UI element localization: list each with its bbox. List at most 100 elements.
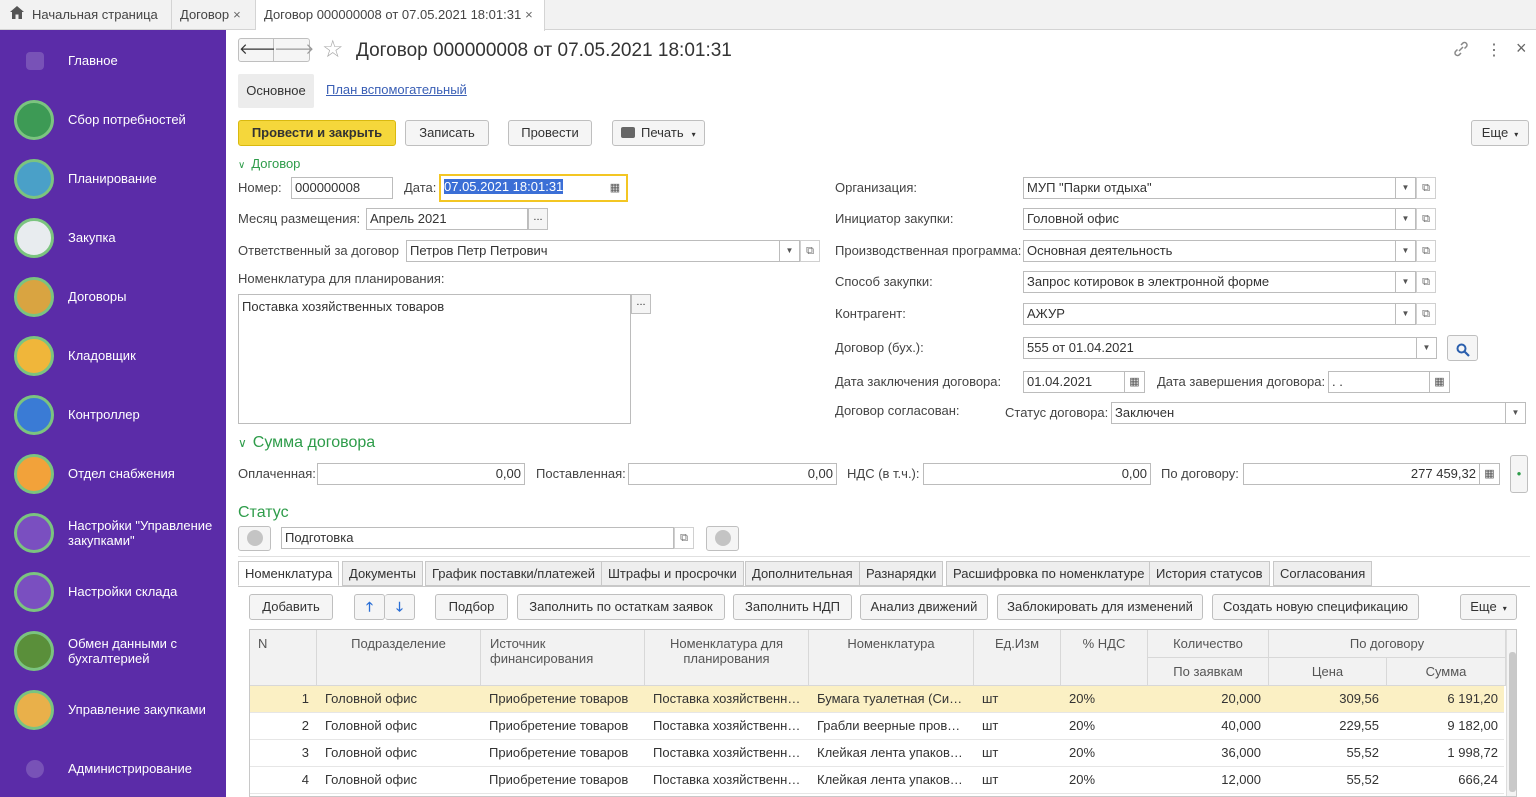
org-field[interactable]: МУП "Парки отдыха" — [1023, 177, 1396, 199]
paid-field[interactable]: 0,00 — [317, 463, 525, 485]
fill-remains-button[interactable]: Заполнить по остаткам заявок — [517, 594, 725, 620]
calendar-icon[interactable]: ▦ — [605, 177, 625, 199]
chevron-down-icon[interactable]: ▼ — [780, 240, 800, 262]
table-row[interactable]: 3 Головной офис Приобретение товаров Пос… — [250, 740, 1504, 767]
col-unit[interactable]: Ед.Изм — [974, 630, 1061, 686]
post-button[interactable]: Провести — [508, 120, 592, 146]
sidebar-item-admin[interactable]: Администрирование — [0, 740, 226, 797]
section-contract[interactable]: ∨ Договор — [238, 155, 300, 175]
star-icon[interactable]: ☆ — [322, 36, 344, 64]
nomenclature-select-button[interactable]: ... — [631, 294, 651, 314]
sidebar-item-purchase[interactable]: Закупка — [0, 209, 226, 267]
new-spec-button[interactable]: Создать новую спецификацию — [1212, 594, 1419, 620]
chevron-down-icon[interactable]: ▼ — [1396, 271, 1416, 293]
sidebar-item-supply[interactable]: Отдел снабжения — [0, 445, 226, 503]
calculator-icon[interactable]: ▦ — [1480, 463, 1500, 485]
calendar-icon[interactable]: ▦ — [1125, 371, 1145, 393]
more-vert-icon[interactable]: ⋮ — [1486, 40, 1502, 60]
calendar-icon[interactable]: ▦ — [1430, 371, 1450, 393]
total-field[interactable]: 277 459,32 — [1243, 463, 1480, 485]
tab-home[interactable]: Начальная страница — [0, 0, 172, 30]
move-down-button[interactable]: 🡓 — [385, 594, 415, 620]
status-prev-button[interactable] — [238, 526, 271, 551]
table-row[interactable]: 4 Головной офис Приобретение товаров Пос… — [250, 767, 1504, 794]
print-button[interactable]: Печать ▾ — [612, 120, 705, 146]
acc-contract-field[interactable]: 555 от 01.04.2021 — [1023, 337, 1417, 359]
month-field[interactable]: Апрель 2021 — [366, 208, 528, 230]
tab-penalties[interactable]: Штрафы и просрочки — [601, 561, 744, 586]
col-source[interactable]: Источник финансирования — [481, 630, 645, 686]
expand-button[interactable]: ● — [1510, 455, 1528, 493]
col-nom[interactable]: Номенклатура — [809, 630, 974, 686]
fill-vat-button[interactable]: Заполнить НДП — [733, 594, 852, 620]
col-nomplan[interactable]: Номенклатура для планирования — [645, 630, 809, 686]
tab-main[interactable]: Основное — [238, 74, 314, 108]
end-date-field[interactable]: . . — [1328, 371, 1430, 393]
sign-date-field[interactable]: 01.04.2021 — [1023, 371, 1125, 393]
table-row[interactable]: 1 Головной офис Приобретение товаров Пос… — [250, 686, 1504, 713]
open-icon[interactable]: ⧉ — [1416, 177, 1436, 199]
back-button[interactable]: 🡐 — [238, 38, 279, 62]
sidebar-item-settings-warehouse[interactable]: Настройки склада — [0, 563, 226, 621]
chevron-down-icon[interactable]: ▼ — [1396, 240, 1416, 262]
close-icon[interactable]: × — [525, 7, 533, 22]
responsible-field[interactable]: Петров Петр Петрович — [406, 240, 780, 262]
col-dept[interactable]: Подразделение — [317, 630, 481, 686]
tab-breakdown[interactable]: Расшифровка по номенклатуре — [946, 561, 1152, 586]
program-field[interactable]: Основная деятельность — [1023, 240, 1396, 262]
tab-contract-list[interactable]: Договор × — [172, 0, 256, 30]
status-value-field[interactable]: Подготовка — [281, 527, 674, 549]
tab-contract-doc[interactable]: Договор 000000008 от 07.05.2021 18:01:31… — [256, 0, 545, 31]
tab-nomenclature[interactable]: Номенклатура — [238, 561, 340, 586]
col-sum[interactable]: Сумма — [1387, 658, 1506, 686]
status-next-button[interactable] — [706, 526, 739, 551]
close-icon[interactable]: × — [1516, 38, 1527, 59]
open-icon[interactable]: ⧉ — [674, 527, 694, 549]
open-icon[interactable]: ⧉ — [1416, 208, 1436, 230]
tab-documents[interactable]: Документы — [342, 561, 424, 586]
number-field[interactable]: 000000008 — [291, 177, 393, 199]
chevron-down-icon[interactable]: ▼ — [1396, 208, 1416, 230]
tab-allocations[interactable]: Разнарядки — [859, 561, 944, 586]
sidebar-item-storekeeper[interactable]: Кладовщик — [0, 327, 226, 385]
vat-field[interactable]: 0,00 — [923, 463, 1151, 485]
section-sums[interactable]: ∨ Сумма договора — [238, 433, 375, 453]
sidebar-item-main[interactable]: Главное — [0, 32, 226, 90]
status-field[interactable]: Заключен — [1111, 402, 1506, 424]
method-field[interactable]: Запрос котировок в электронной форме — [1023, 271, 1396, 293]
tab-schedule[interactable]: График поставки/платежей — [425, 561, 602, 586]
block-button[interactable]: Заблокировать для изменений — [997, 594, 1203, 620]
counterparty-field[interactable]: АЖУР — [1023, 303, 1396, 325]
search-button[interactable] — [1447, 335, 1478, 361]
analysis-button[interactable]: Анализ движений — [860, 594, 988, 620]
move-up-button[interactable]: 🡑 — [354, 594, 385, 620]
table-row[interactable]: 2 Головной офис Приобретение товаров Пос… — [250, 713, 1504, 740]
chevron-down-icon[interactable]: ▼ — [1396, 177, 1416, 199]
col-qty[interactable]: Количество — [1148, 630, 1269, 658]
add-button[interactable]: Добавить — [249, 594, 333, 620]
scrollbar-thumb[interactable] — [1509, 652, 1516, 792]
date-field[interactable]: 07.05.2021 18:01:31 — [441, 177, 605, 199]
sidebar-item-contracts[interactable]: Договоры — [0, 268, 226, 326]
sidebar-item-controller[interactable]: Контроллер — [0, 386, 226, 444]
chevron-down-icon[interactable]: ▼ — [1506, 402, 1526, 424]
open-icon[interactable]: ⧉ — [1416, 303, 1436, 325]
col-price[interactable]: Цена — [1269, 658, 1387, 686]
link-icon[interactable] — [1452, 40, 1470, 58]
sidebar-item-settings-purchases[interactable]: Настройки "Управление закупками" — [0, 504, 226, 562]
col-n[interactable]: N — [250, 630, 317, 686]
tab-additional[interactable]: Дополнительная — [745, 561, 860, 586]
month-select-button[interactable]: ... — [528, 208, 548, 230]
sidebar-item-needs[interactable]: Сбор потребностей — [0, 91, 226, 149]
open-icon[interactable]: ⧉ — [1416, 240, 1436, 262]
nomenclature-field[interactable]: Поставка хозяйственных товаров — [238, 294, 631, 424]
select-button[interactable]: Подбор — [435, 594, 508, 620]
tab-status-history[interactable]: История статусов — [1149, 561, 1270, 586]
sidebar-item-management[interactable]: Управление закупками — [0, 681, 226, 739]
chevron-down-icon[interactable]: ▼ — [1417, 337, 1437, 359]
more-button[interactable]: Еще ▾ — [1471, 120, 1529, 146]
tab-more-button[interactable]: Еще ▾ — [1460, 594, 1517, 620]
open-icon[interactable]: ⧉ — [800, 240, 820, 262]
initiator-field[interactable]: Головной офис — [1023, 208, 1396, 230]
sidebar-item-exchange[interactable]: Обмен данными с бухгалтерией — [0, 622, 226, 680]
